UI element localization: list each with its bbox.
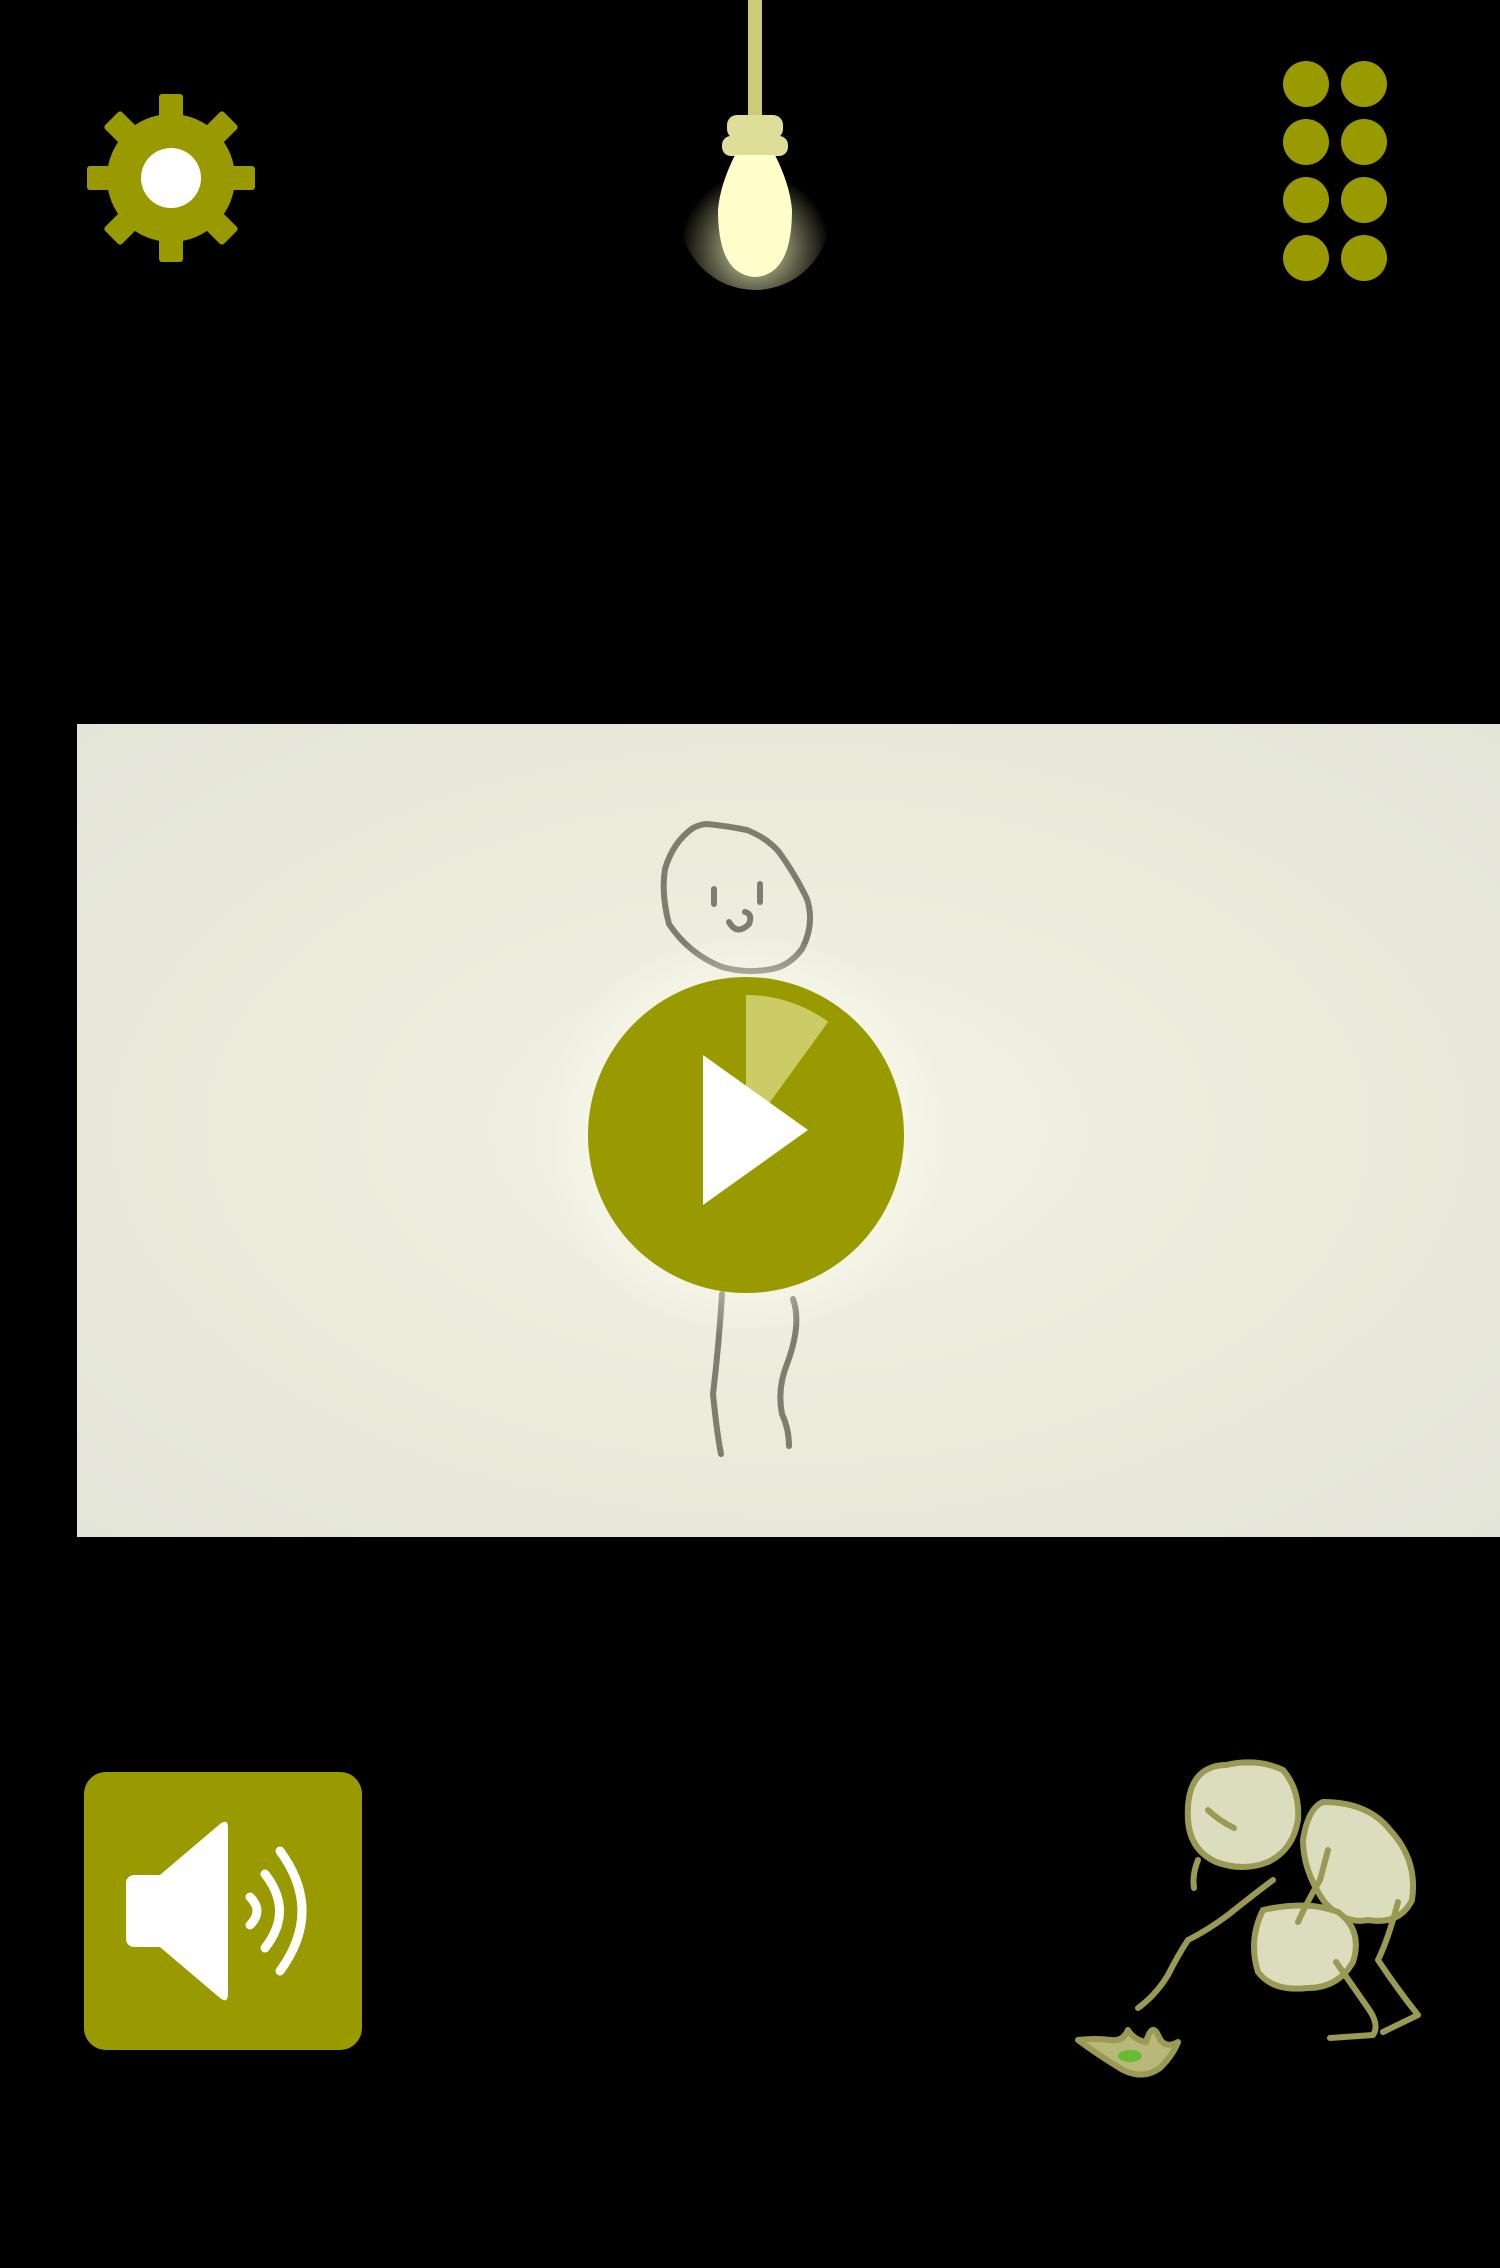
settings-button[interactable] <box>86 93 256 263</box>
character-illustration <box>1075 1759 1421 2078</box>
gear-icon <box>87 94 255 262</box>
speaker-icon <box>126 1821 307 2001</box>
play-icon <box>588 977 904 1293</box>
menu-button[interactable] <box>1270 56 1392 288</box>
light-bulb[interactable] <box>680 0 830 300</box>
crouching-character <box>1068 1750 1438 2090</box>
sound-toggle-button[interactable] <box>84 1772 362 2050</box>
grid-dots-icon <box>1283 61 1387 281</box>
play-button[interactable] <box>586 975 906 1295</box>
light-bulb-icon <box>680 0 830 290</box>
